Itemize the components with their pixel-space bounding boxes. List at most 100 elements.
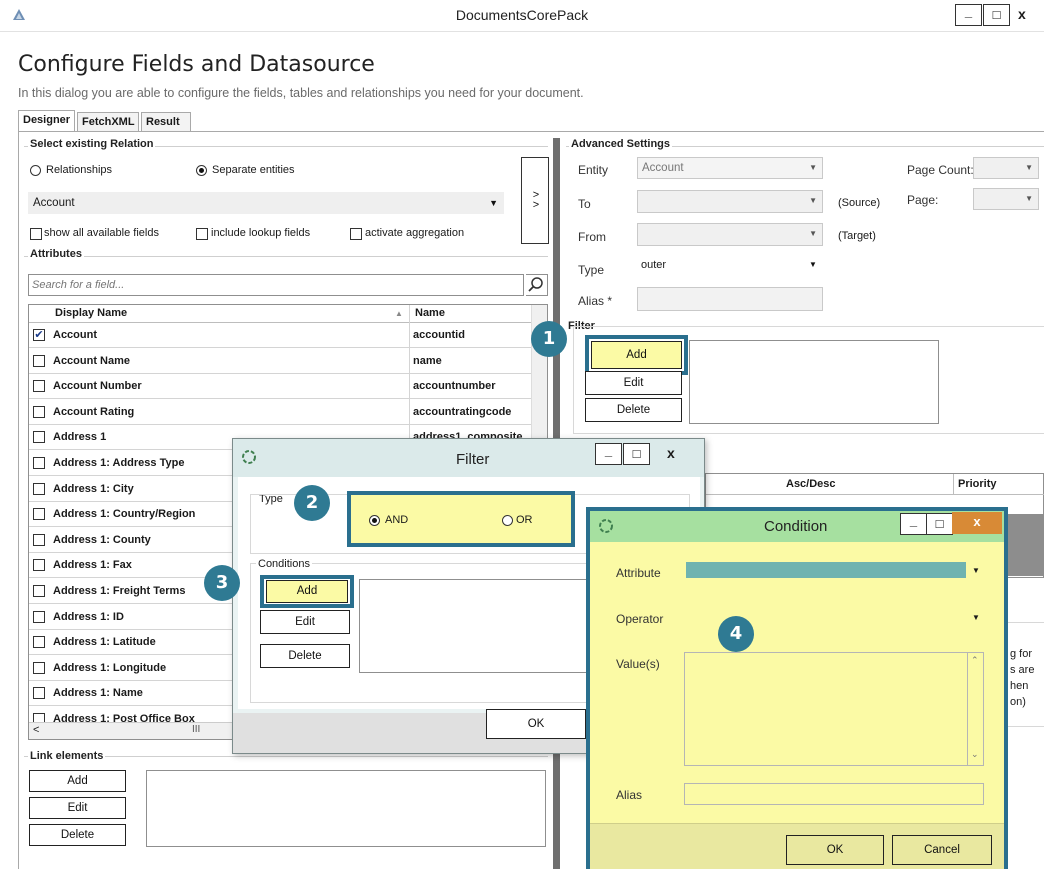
scroll-up-icon[interactable]: ⌃ (971, 655, 979, 666)
row-field-name: accountid (413, 329, 465, 341)
values-textarea[interactable]: ⌃ ⌄ (684, 652, 984, 766)
callout-1: 1 (531, 321, 567, 357)
row-checkbox[interactable] (33, 610, 45, 623)
table-row[interactable]: Account Number accountnumber (29, 374, 531, 400)
condition-alias-input[interactable] (684, 783, 984, 805)
radio-and-label: AND (385, 514, 409, 526)
radio-relationships[interactable] (30, 165, 41, 176)
table-row[interactable]: Account Name name (29, 349, 531, 374)
filter-delete-button[interactable]: Delete (585, 398, 682, 422)
row-checkbox[interactable] (33, 636, 45, 649)
row-display-name: Address 1: Fax (53, 559, 132, 572)
radio-and[interactable] (369, 515, 380, 526)
chk-lookup[interactable] (196, 228, 208, 240)
filter-ok-button[interactable]: OK (486, 709, 586, 739)
row-checkbox[interactable] (33, 661, 45, 674)
from-select[interactable]: ▼ (637, 223, 823, 246)
table-row[interactable]: Account Rating accountratingcode (29, 400, 531, 425)
values-scrollbar[interactable]: ⌃ ⌄ (967, 653, 983, 765)
move-relation-button[interactable]: > > (521, 157, 549, 244)
row-checkbox[interactable] (33, 585, 45, 597)
filter-minimize-button[interactable]: _ (595, 443, 622, 465)
tab-result[interactable]: Result (141, 112, 191, 131)
link-elements-label: Link elements (28, 750, 106, 762)
chevron-down-icon: ▼ (489, 198, 498, 208)
row-checkbox[interactable] (33, 457, 45, 469)
row-field-name: name (413, 354, 442, 367)
chk-aggregation[interactable] (350, 228, 362, 240)
row-field-name: accountratingcode (413, 405, 512, 418)
search-icon[interactable] (526, 274, 548, 296)
row-checkbox[interactable] (33, 431, 45, 444)
radio-separate-entities[interactable] (196, 165, 207, 176)
attribute-label: Attribute (616, 566, 661, 580)
entity-select[interactable]: Account ▼ (28, 192, 504, 214)
link-edit-button[interactable]: Edit (29, 797, 126, 819)
sort-asc-icon: ▲ (395, 309, 403, 318)
row-checkbox[interactable] (33, 508, 45, 521)
filter-close-button[interactable]: x (667, 445, 675, 461)
filter-edit-button[interactable]: Edit (585, 371, 682, 395)
sort-col-priority: Priority (958, 478, 997, 490)
minimize-button[interactable]: _ (955, 4, 982, 26)
adv-entity-select[interactable]: Account ▼ (637, 157, 823, 179)
table-row[interactable]: ✔ Account accountid (29, 323, 531, 348)
chevron-down-icon: ▼ (972, 566, 980, 575)
callout-3: 3 (204, 565, 240, 601)
row-checkbox[interactable] (33, 354, 45, 367)
radio-separate-label: Separate entities (212, 164, 295, 176)
page-count-select[interactable]: ▼ (973, 157, 1039, 179)
alias-input[interactable] (637, 287, 823, 311)
scroll-down-icon[interactable]: ⌄ (971, 749, 979, 760)
operator-label: Operator (616, 612, 664, 626)
page-select[interactable]: ▼ (973, 188, 1039, 210)
col-display-name[interactable]: Display Name (55, 307, 127, 319)
maximize-button[interactable]: □ (983, 4, 1010, 26)
grid-header: Display Name ▲ Name (29, 305, 547, 735)
conditions-edit-button[interactable]: Edit (260, 610, 350, 634)
filter-maximize-button[interactable]: □ (623, 443, 650, 465)
callout-2: 2 (294, 485, 330, 521)
to-select[interactable]: ▼ (637, 190, 823, 213)
close-button[interactable]: x (1018, 6, 1026, 22)
move-relation-label: > > (532, 189, 540, 211)
row-checkbox[interactable] (33, 559, 45, 572)
condition-close-button[interactable]: x (952, 512, 1002, 534)
row-display-name: Address 1: Address Type (53, 457, 185, 469)
values-label: Value(s) (616, 657, 660, 671)
conditions-add-button[interactable]: Add (266, 580, 348, 603)
type-select[interactable]: outer ▼ (637, 254, 823, 276)
tab-designer[interactable]: Designer (18, 110, 75, 131)
scroll-left-icon[interactable]: < (33, 724, 39, 736)
filter-list[interactable] (689, 340, 939, 424)
row-checkbox[interactable]: ✔ (33, 329, 45, 341)
chk-show-all[interactable] (30, 228, 42, 240)
tab-fetchxml[interactable]: FetchXML (77, 112, 139, 131)
link-add-button[interactable]: Add (29, 770, 126, 792)
row-checkbox[interactable] (33, 533, 45, 546)
row-checkbox[interactable] (33, 380, 45, 393)
scroll-thumb-grip[interactable]: III (192, 724, 200, 735)
condition-minimize-button[interactable]: _ (900, 513, 927, 535)
row-checkbox[interactable] (33, 687, 45, 700)
condition-cancel-button[interactable]: Cancel (892, 835, 992, 865)
row-checkbox[interactable] (33, 405, 45, 418)
filter-add-button[interactable]: Add (591, 341, 682, 369)
row-checkbox[interactable] (33, 482, 45, 495)
condition-ok-button[interactable]: OK (786, 835, 884, 865)
from-label: From (578, 230, 606, 244)
attribute-search-input[interactable] (28, 274, 524, 296)
link-delete-button[interactable]: Delete (29, 824, 126, 846)
sort-col-divider (953, 474, 954, 494)
target-label: (Target) (838, 230, 876, 242)
condition-maximize-button[interactable]: □ (926, 513, 953, 535)
radio-or[interactable] (502, 515, 513, 526)
attribute-select[interactable] (686, 562, 966, 578)
row-display-name: Account Rating (53, 405, 135, 418)
alias-label: Alias * (578, 294, 613, 308)
link-elements-list[interactable] (146, 770, 546, 847)
conditions-delete-button[interactable]: Delete (260, 644, 350, 668)
row-display-name: Address 1: Name (53, 687, 143, 700)
conditions-list[interactable] (359, 579, 599, 673)
col-name[interactable]: Name (415, 307, 445, 319)
